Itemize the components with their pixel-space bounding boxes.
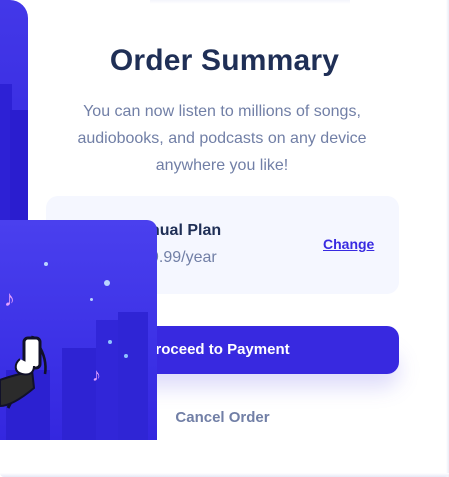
building <box>10 110 28 220</box>
page-title: Order Summary <box>109 44 340 77</box>
left-illustration <box>0 0 28 220</box>
window-icon <box>108 340 112 344</box>
window-icon <box>124 354 128 358</box>
change-plan-link[interactable]: Change <box>323 236 374 252</box>
top-shadow <box>150 0 350 4</box>
hero-illustration: ♪ ♪ <box>0 220 157 440</box>
building <box>118 312 148 440</box>
music-note-icon: ♪ <box>92 365 101 385</box>
hand-with-phone-icon <box>0 335 47 409</box>
plan-price: 9.99/year <box>150 249 217 266</box>
card-shadow-bottom <box>0 473 449 477</box>
order-summary-screen: Order Summary You can now listen to mill… <box>0 0 449 477</box>
sparkle-icon <box>104 280 110 286</box>
music-note-icon: ♪ <box>4 286 15 311</box>
order-description: You can now listen to millions of songs,… <box>77 103 367 174</box>
sparkle-icon <box>90 298 93 301</box>
sparkle-icon <box>44 262 48 266</box>
plan-name: nual Plan <box>150 222 222 239</box>
